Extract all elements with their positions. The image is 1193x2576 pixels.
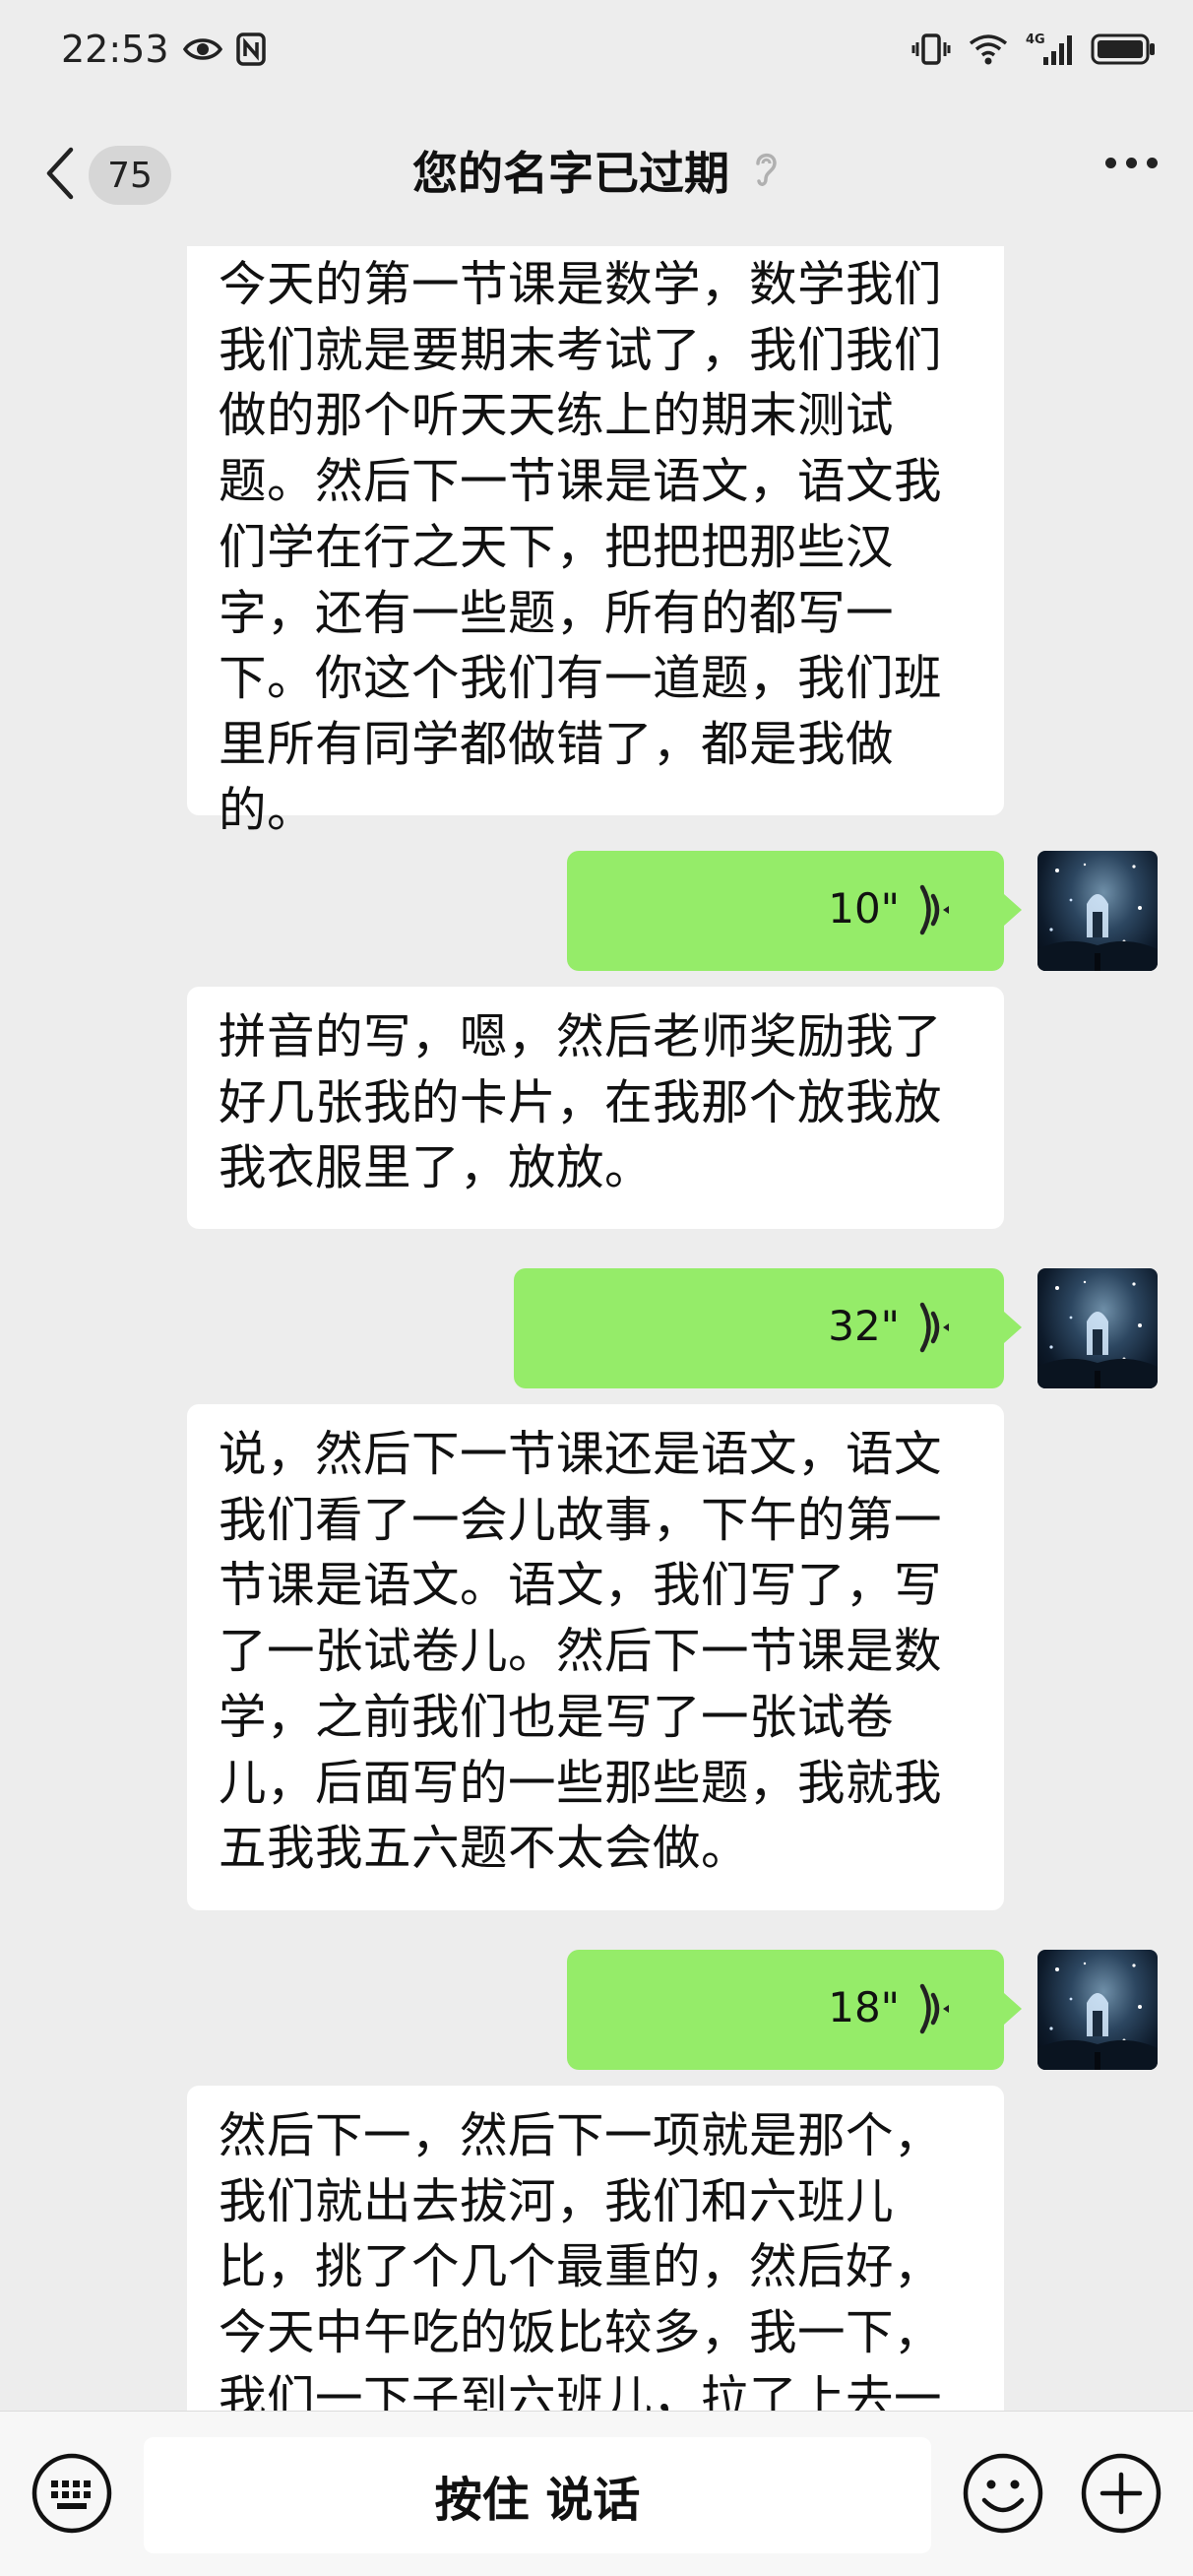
voice-bubble[interactable]: 32" [514, 1268, 1022, 1388]
more-options-button[interactable] [1105, 158, 1158, 168]
voice-bubble[interactable]: 10" [567, 851, 1022, 971]
voice-bubble[interactable]: 18" [567, 1950, 1022, 2070]
plus-icon [1081, 2453, 1162, 2534]
message-text: 然后下一，然后下一项就是那个，我们就出去拔河，我们和六班儿比，挑了个几个最重的，… [219, 2108, 943, 2411]
outgoing-voice-message: 32" [0, 1268, 1193, 1388]
voice-duration: 18" [828, 1983, 900, 2031]
avatar[interactable] [1037, 1268, 1158, 1388]
avatar[interactable] [1037, 1950, 1158, 2070]
keyboard-toggle-button[interactable] [30, 2451, 114, 2540]
avatar[interactable] [1037, 851, 1158, 971]
network-label: 4G [1026, 32, 1045, 47]
status-bar: 22:53 4G [0, 0, 1193, 98]
emoji-button[interactable] [961, 2451, 1045, 2540]
chat-title: 您的名字已过期 [412, 147, 729, 200]
status-right: 4G [911, 32, 1156, 67]
nfc-icon [235, 32, 266, 66]
voice-duration: 32" [828, 1302, 900, 1350]
chat-header: 75 您的名字已过期 [0, 98, 1193, 246]
dot-icon [1126, 158, 1137, 168]
hold-to-talk-button[interactable]: 按住 说话 [144, 2437, 931, 2553]
more-functions-button[interactable] [1079, 2451, 1163, 2540]
dot-icon [1147, 158, 1158, 168]
title-wrap: 您的名字已过期 [0, 138, 1193, 203]
message-text: 说，然后下一节课还是语文，语文我们看了一会儿故事，下午的第一节课是语文。语文，我… [219, 1427, 943, 1877]
battery-icon [1091, 33, 1156, 65]
status-time: 22:53 [61, 28, 169, 71]
chat-area[interactable]: 今天的第一节课是数学，数学我们我们就是要期末考试了，我们我们做的那个听天天练上的… [0, 246, 1193, 2411]
incoming-text-message[interactable]: 说，然后下一节课还是语文，语文我们看了一会儿故事，下午的第一节课是语文。语文，我… [187, 1404, 1004, 1910]
voice-duration: 10" [828, 884, 900, 933]
outgoing-voice-message: 10" [0, 851, 1193, 971]
cellular-signal-icon: 4G [1026, 32, 1073, 67]
wifi-icon [969, 33, 1008, 65]
dot-icon [1105, 158, 1116, 168]
vibrate-icon [911, 32, 951, 66]
message-text: 拼音的写，嗯，然后老师奖励我了好几张我的卡片，在我那个放我放我衣服里了，放放。 [219, 1009, 943, 1196]
incoming-text-message[interactable]: 拼音的写，嗯，然后老师奖励我了好几张我的卡片，在我那个放我放我衣服里了，放放。 [187, 987, 1004, 1229]
incoming-text-message[interactable]: 今天的第一节课是数学，数学我们我们就是要期末考试了，我们我们做的那个听天天练上的… [187, 246, 1004, 838]
outgoing-voice-message: 18" [0, 1950, 1193, 2070]
smiley-icon [963, 2453, 1043, 2534]
input-bar: 按住 说话 [0, 2411, 1193, 2576]
eye-icon [182, 35, 222, 63]
voice-wave-icon [913, 1300, 953, 1359]
voice-wave-icon [913, 882, 953, 941]
message-text: 今天的第一节课是数学，数学我们我们就是要期末考试了，我们我们做的那个听天天练上的… [219, 257, 943, 838]
voice-wave-icon [913, 1981, 953, 2040]
keyboard-icon [31, 2453, 112, 2534]
status-left: 22:53 [61, 28, 266, 71]
incoming-text-message[interactable]: 然后下一，然后下一项就是那个，我们就出去拔河，我们和六班儿比，挑了个几个最重的，… [187, 2086, 1004, 2411]
earpiece-mode-icon [751, 148, 781, 193]
